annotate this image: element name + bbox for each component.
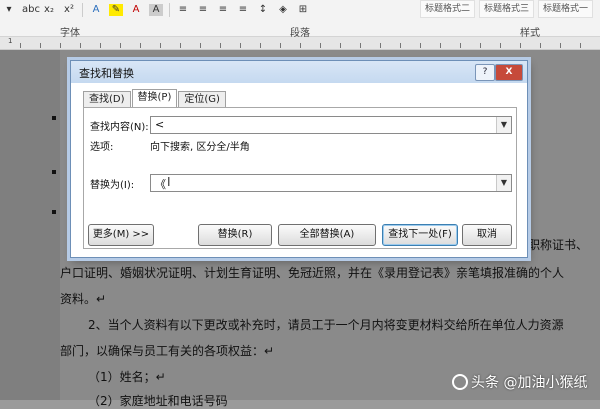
align-left-icon[interactable]: ≡ bbox=[176, 4, 190, 16]
tab-replace[interactable]: 替换(P) bbox=[131, 89, 178, 108]
toolbar-divider bbox=[169, 3, 170, 17]
find-what-label: 查找内容(N): bbox=[90, 122, 149, 133]
style-chip[interactable]: 标题格式二 bbox=[420, 0, 476, 18]
tab-goto[interactable]: 定位(G) bbox=[178, 91, 226, 108]
help-button[interactable]: ? bbox=[475, 64, 495, 81]
borders-icon[interactable]: ⊞ bbox=[296, 4, 310, 16]
more-button[interactable]: 更多(M) >> bbox=[88, 224, 154, 246]
ribbon: ▾ abc x₂ x² A ✎ A A ≡ ≡ ≡ ≡ ↕ ◈ ⊞ 字体 段落 … bbox=[0, 0, 600, 39]
replace-button[interactable]: 替换(R) bbox=[198, 224, 272, 246]
options-label: 选项: bbox=[90, 142, 114, 153]
replace-with-input[interactable]: 《 I ▼ bbox=[150, 174, 512, 192]
shading-icon[interactable]: ◈ bbox=[276, 4, 290, 16]
find-what-value: < bbox=[155, 118, 165, 131]
horizontal-ruler[interactable]: 1 bbox=[0, 37, 600, 50]
doc-line: （1）姓名；↵ bbox=[88, 370, 166, 384]
doc-line: （2）家庭地址和电话号码 bbox=[88, 394, 228, 408]
list-bullet bbox=[52, 116, 56, 120]
font-toolbar: ▾ abc x₂ x² A ✎ A A ≡ ≡ ≡ ≡ ↕ ◈ ⊞ bbox=[2, 2, 310, 18]
tab-find[interactable]: 查找(D) bbox=[83, 91, 131, 108]
strikethrough-button[interactable]: abc bbox=[22, 4, 40, 16]
superscript-button[interactable]: x² bbox=[62, 4, 76, 16]
dialog-title: 查找和替换 bbox=[79, 67, 134, 80]
subscript-button[interactable]: x₂ bbox=[42, 4, 56, 16]
replace-panel: 查找内容(N): < ▼ 选项: 向下搜索, 区分全/半角 替换为(I): 《 … bbox=[83, 107, 517, 249]
chevron-down-icon[interactable]: ▼ bbox=[496, 175, 511, 191]
style-chip[interactable]: 标题格式一 bbox=[538, 0, 594, 18]
style-gallery: 标题格式二 标题格式三 标题格式一 bbox=[420, 0, 594, 18]
dialog-titlebar[interactable]: 查找和替换 ? X bbox=[71, 61, 527, 83]
replace-all-button[interactable]: 全部替换(A) bbox=[278, 224, 376, 246]
underline-dropdown-icon[interactable]: ▾ bbox=[2, 4, 16, 16]
watermark: 头条 @加油小猴纸 bbox=[452, 372, 587, 392]
text-effects-button[interactable]: A bbox=[89, 4, 103, 16]
toolbar-divider bbox=[82, 3, 83, 17]
find-replace-dialog: 查找和替换 ? X 查找(D) 替换(P) 定位(G) 查找内容(N): < ▼… bbox=[70, 60, 528, 258]
character-shading-button[interactable]: A bbox=[149, 4, 163, 16]
list-bullet bbox=[52, 170, 56, 174]
find-what-input[interactable]: < ▼ bbox=[150, 116, 512, 134]
font-color-button[interactable]: A bbox=[129, 4, 143, 16]
doc-line: 职称证书、 bbox=[528, 238, 589, 252]
doc-line: 资料。↵ bbox=[60, 292, 107, 306]
highlight-color-icon[interactable]: ✎ bbox=[109, 4, 123, 16]
watermark-text: 头条 @加油小猴纸 bbox=[471, 375, 588, 391]
list-bullet bbox=[52, 210, 56, 214]
replace-with-value: 《 bbox=[155, 178, 166, 191]
align-center-icon[interactable]: ≡ bbox=[196, 4, 210, 16]
replace-with-label: 替换为(I): bbox=[90, 180, 135, 191]
justify-icon[interactable]: ≡ bbox=[236, 4, 250, 16]
close-button[interactable]: X bbox=[495, 64, 523, 81]
style-chip[interactable]: 标题格式三 bbox=[479, 0, 535, 18]
options-value: 向下搜索, 区分全/半角 bbox=[150, 142, 250, 153]
align-right-icon[interactable]: ≡ bbox=[216, 4, 230, 16]
chevron-down-icon[interactable]: ▼ bbox=[496, 117, 511, 133]
doc-line: 部门，以确保与员工有关的各项权益：↵ bbox=[60, 344, 275, 358]
watermark-logo-icon bbox=[452, 374, 468, 390]
find-next-button[interactable]: 查找下一处(F) bbox=[382, 224, 458, 246]
line-spacing-icon[interactable]: ↕ bbox=[256, 4, 270, 16]
dialog-tabs: 查找(D) 替换(P) 定位(G) bbox=[83, 89, 227, 108]
doc-line: 2、当个人资料有以下更改或补充时，请员工于一个月内将变更材料交给所在单位人力资源 bbox=[88, 318, 564, 332]
cancel-button[interactable]: 取消 bbox=[462, 224, 512, 246]
doc-line: 户口证明、婚姻状况证明、计划生育证明、免冠近照，并在《录用登记表》亲笔填报准确的… bbox=[60, 266, 565, 280]
text-cursor-icon: I bbox=[167, 175, 171, 189]
